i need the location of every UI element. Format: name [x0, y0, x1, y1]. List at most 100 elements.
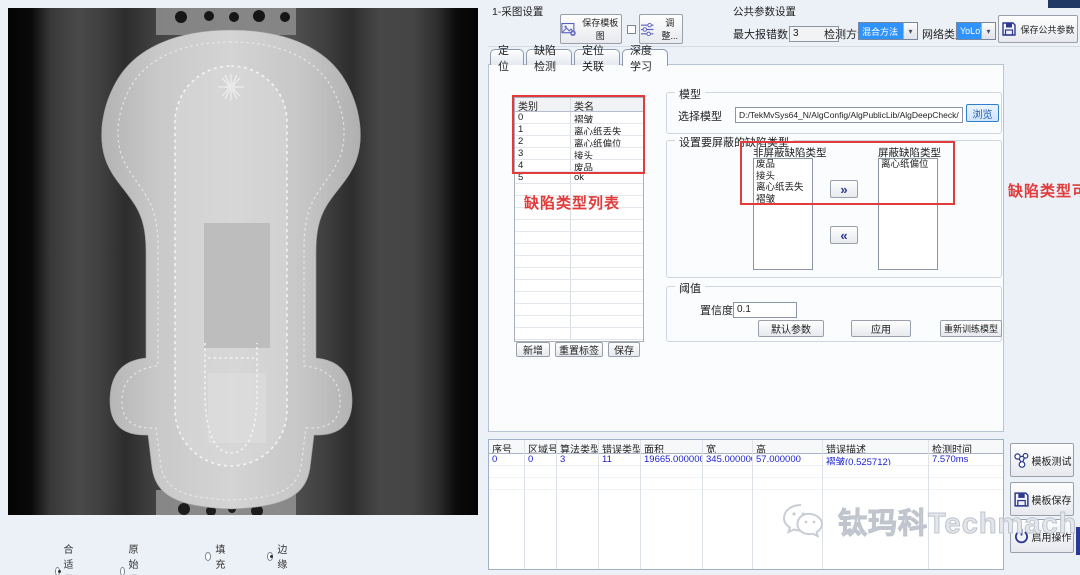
tab-label: 缺陷检测 [534, 42, 564, 74]
confidence-label: 置信度 [700, 302, 733, 318]
unmasked-defect-listbox[interactable]: 废品 接头 离心纸丢失 褶皱 [753, 158, 813, 270]
xray-image [8, 8, 478, 515]
radio-original-display[interactable]: 原始显示 [120, 541, 143, 575]
masked-defect-listbox[interactable]: 离心纸偏位 [878, 158, 938, 270]
double-chevron-right-icon: » [840, 182, 847, 197]
max-error-label: 最大报错数 [733, 26, 788, 42]
chevron-down-icon: ▾ [903, 23, 917, 39]
radio-edge[interactable]: 边缘 [267, 541, 290, 571]
apply-button[interactable]: 应用 [851, 320, 911, 337]
result-cell[interactable]: 7.570ms [929, 454, 1003, 466]
detection-result-table[interactable]: 序号 0 区域号 0 算法类型 3 错误类型 11 面积 19665.00000… [488, 439, 1004, 570]
adjust-button[interactable]: 调整... [639, 14, 683, 44]
detect-method-select[interactable]: 混合方法 ▾ [858, 22, 918, 40]
list-item[interactable]: 离心纸丢失 [754, 182, 812, 194]
move-left-button[interactable]: « [830, 226, 858, 244]
empty-row [515, 220, 643, 232]
xray-image-canvas [8, 8, 478, 515]
tab-label: 定位 [498, 42, 516, 74]
save-common-params-button[interactable]: 保存公共参数 [998, 15, 1078, 43]
radio-dot [205, 552, 211, 561]
radio-label: 合适显示 [64, 541, 78, 575]
threshold-group-label: 阈值 [675, 280, 705, 296]
radio-dot [120, 567, 125, 575]
class-table-header: 类别 类名 [515, 98, 643, 112]
table-row[interactable]: 0褶皱 [515, 112, 643, 124]
list-item[interactable]: 褶皱 [754, 194, 812, 206]
radio-dot [267, 552, 273, 561]
empty-row [515, 304, 643, 316]
empty-row [515, 232, 643, 244]
list-item[interactable]: 废品 [754, 159, 812, 171]
model-path-input[interactable] [735, 107, 963, 123]
header-divider [488, 46, 1080, 47]
radio-dot [55, 567, 60, 575]
empty-row [515, 292, 643, 304]
table-row[interactable]: 2离心纸偏位 [515, 136, 643, 148]
move-right-button[interactable]: » [830, 180, 858, 198]
tab-deep-learning[interactable]: 深度学习 [622, 49, 668, 66]
save-template-image-button[interactable]: 保存模板图 [560, 14, 622, 44]
list-item[interactable]: 接头 [754, 171, 812, 183]
radio-label: 填充 [215, 541, 228, 571]
result-cell[interactable]: 3 [557, 454, 598, 466]
result-cell[interactable]: 0 [525, 454, 556, 466]
list-item[interactable]: 离心纸偏位 [879, 159, 937, 171]
radio-fit-display[interactable]: 合适显示 [55, 541, 78, 575]
table-row[interactable]: 4废品 [515, 160, 643, 172]
col-algo-type: 算法类型 [557, 440, 598, 454]
tab-locate-link[interactable]: 定位关联 [574, 49, 620, 65]
adjust-checkbox[interactable] [627, 25, 636, 34]
default-params-button[interactable]: 默认参数 [758, 320, 824, 337]
mask-group: 设置要屏蔽的缺陷类型 [666, 140, 1002, 278]
empty-row [515, 316, 643, 328]
table-row[interactable]: 5ok [515, 172, 643, 184]
class-table[interactable]: 类别 类名 0褶皱 1离心纸丢失 2离心纸偏位 3接头 4废品 5ok [514, 97, 644, 342]
net-type-value: YoLoV3 [957, 23, 981, 39]
table-row[interactable]: 1离心纸丢失 [515, 124, 643, 136]
retrain-model-button[interactable]: 重新训练模型 [940, 320, 1002, 337]
browse-button[interactable]: 浏览 [966, 104, 999, 122]
col-error-type: 错误类型 [599, 440, 640, 454]
template-test-label: 模板测试 [1032, 453, 1072, 468]
radio-fill[interactable]: 填充 [205, 541, 228, 571]
adjust-label: 调整... [657, 16, 682, 42]
net-type-select[interactable]: YoLoV3 ▾ [956, 22, 996, 40]
template-save-label: 模板保存 [1032, 492, 1072, 507]
tab-defect-detect[interactable]: 缺陷检测 [526, 49, 572, 65]
floppy-icon [1013, 491, 1030, 508]
edge-bar [1076, 527, 1080, 555]
select-model-label: 选择模型 [678, 108, 722, 124]
empty-row [515, 268, 643, 280]
col-class-name: 类名 [571, 98, 643, 111]
result-cell[interactable]: 11 [599, 454, 640, 466]
empty-row [515, 256, 643, 268]
result-cell[interactable]: 345.000000 [703, 454, 752, 466]
save-classes-button[interactable]: 保存 [608, 342, 640, 357]
empty-row [515, 208, 643, 220]
result-cell[interactable]: 褶皱(0.525712) [823, 454, 928, 466]
double-chevron-left-icon: « [840, 228, 847, 243]
image-plus-icon [561, 22, 577, 37]
empty-row [515, 280, 643, 292]
result-cell[interactable]: 19665.000000 [641, 454, 702, 466]
result-cell[interactable]: 57.000000 [753, 454, 822, 466]
result-cell[interactable]: 0 [489, 454, 524, 466]
template-save-button[interactable]: 模板保存 [1010, 482, 1074, 516]
reset-labels-button[interactable]: 重置标签 [555, 342, 603, 357]
col-index: 序号 [489, 440, 524, 454]
template-test-button[interactable]: 模板测试 [1010, 443, 1074, 477]
col-region: 区域号 [525, 440, 556, 454]
confidence-input[interactable] [733, 302, 797, 318]
table-row[interactable]: 3接头 [515, 148, 643, 160]
power-icon [1013, 528, 1030, 545]
radio-label: 原始显示 [129, 541, 143, 575]
empty-row [515, 328, 643, 340]
tab-locate[interactable]: 定位 [490, 49, 524, 65]
enable-operation-button[interactable]: 启用操作 [1010, 519, 1074, 553]
save-common-params-label: 保存公共参数 [1020, 23, 1074, 36]
model-group-label: 模型 [675, 86, 705, 102]
common-params-label: 公共参数设置 [733, 4, 796, 19]
add-class-button[interactable]: 新增 [516, 342, 550, 357]
defect-control-annotation: 缺陷类型可控 [1008, 180, 1080, 201]
